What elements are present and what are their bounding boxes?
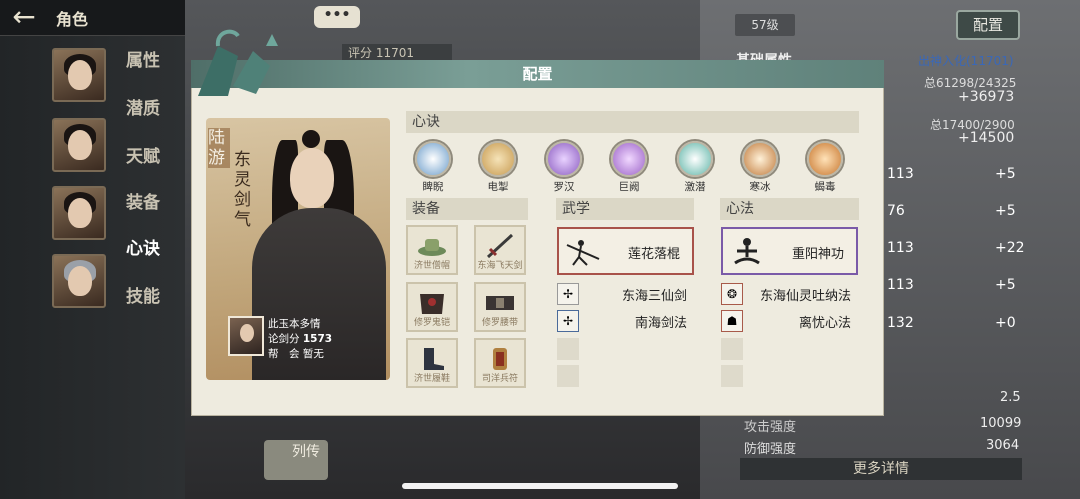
martial-sub-2[interactable]: ✢ 南海剑法 bbox=[557, 310, 687, 332]
character-avatar-3[interactable] bbox=[52, 186, 106, 240]
nav-attributes[interactable]: 属性 bbox=[126, 46, 160, 71]
defense-value: 3064 bbox=[986, 438, 1020, 453]
boots-icon bbox=[424, 348, 444, 370]
nav-talent[interactable]: 天赋 bbox=[126, 142, 160, 167]
sword-dance-icon: ✢ bbox=[557, 283, 579, 305]
martial-sub-1[interactable]: ✢ 东海三仙剑 bbox=[557, 283, 687, 305]
xinjue-item[interactable]: 寒冰 bbox=[740, 141, 780, 193]
top-bar: ← 角色 bbox=[0, 0, 185, 36]
home-indicator[interactable] bbox=[402, 483, 678, 489]
empty-slot[interactable] bbox=[557, 365, 579, 387]
defense-label: 防御强度 bbox=[744, 442, 797, 457]
dialog-title: 配置 bbox=[191, 60, 884, 88]
swirl-icon bbox=[415, 141, 451, 177]
martial-header: 武学 bbox=[556, 198, 694, 220]
equip-slot-token[interactable]: 司洋兵符 bbox=[474, 338, 526, 388]
xinjue-item[interactable]: 蝎毒 bbox=[805, 141, 845, 193]
character-quote: 此玉本多情 bbox=[268, 318, 321, 330]
xinjue-header: 心诀 bbox=[406, 111, 859, 133]
sword-score: 论剑分 1573 bbox=[268, 333, 333, 345]
jade-ornament-icon bbox=[198, 29, 278, 96]
character-avatar-2[interactable] bbox=[52, 118, 106, 172]
nav-potential[interactable]: 潜质 bbox=[126, 94, 160, 119]
character-avatar-4[interactable] bbox=[52, 254, 106, 308]
gate-icon bbox=[611, 141, 647, 177]
stat-value: 2.5 bbox=[1000, 390, 1021, 405]
realm-label: 出神入化(11701) bbox=[918, 54, 1014, 68]
biography-button[interactable]: 列传 bbox=[264, 440, 328, 480]
equip-slot-hat[interactable]: 济世僧帽 bbox=[406, 225, 458, 275]
xinjue-item[interactable]: 睥睨 bbox=[413, 141, 453, 193]
stat-row: 76 +5 bbox=[855, 201, 1055, 223]
character-name: 陆游 bbox=[208, 128, 230, 168]
character-avatar-1[interactable] bbox=[52, 48, 106, 102]
token-icon bbox=[493, 348, 507, 370]
equip-slot-belt[interactable]: 修罗腰带 bbox=[474, 282, 526, 332]
armor-icon bbox=[420, 294, 444, 314]
hp-plus: +36973 bbox=[958, 89, 1015, 105]
xinjue-item[interactable]: 罗汉 bbox=[544, 141, 584, 193]
equip-slot-sword[interactable]: 东海飞天剑 bbox=[474, 225, 526, 275]
stat-row: 132 +0 bbox=[855, 313, 1055, 335]
mind-sub-1[interactable]: ❂ 东海仙灵吐纳法 bbox=[721, 283, 851, 305]
breath-icon: ❂ bbox=[721, 283, 743, 305]
meditation-icon bbox=[734, 238, 760, 265]
mp-plus: +14500 bbox=[958, 130, 1015, 146]
empty-slot[interactable] bbox=[557, 338, 579, 360]
nav-xinjue[interactable]: 心诀 bbox=[126, 234, 160, 259]
more-details-button[interactable]: 更多详情 bbox=[740, 458, 1022, 480]
empty-slot[interactable] bbox=[721, 338, 743, 360]
sword-dance-icon: ✢ bbox=[557, 310, 579, 332]
mind-main-slot[interactable]: 重阳神功 bbox=[721, 227, 858, 275]
equip-slot-armor[interactable]: 修罗鬼铠 bbox=[406, 282, 458, 332]
mind-header: 心法 bbox=[720, 198, 859, 220]
xinjue-item[interactable]: 激潜 bbox=[675, 141, 715, 193]
lightning-icon bbox=[480, 141, 516, 177]
config-button[interactable]: 配置 bbox=[956, 10, 1020, 40]
belt-icon bbox=[486, 296, 514, 310]
xinjue-item[interactable]: 巨阙 bbox=[609, 141, 649, 193]
sword-icon bbox=[486, 233, 514, 259]
meditation-small-icon: ☗ bbox=[721, 310, 743, 332]
attack-value: 10099 bbox=[980, 416, 1022, 431]
equipment-header: 装备 bbox=[406, 198, 528, 220]
ice-icon bbox=[742, 141, 778, 177]
empty-slot[interactable] bbox=[721, 365, 743, 387]
stat-row: 113 +5 bbox=[855, 275, 1055, 297]
attack-label: 攻击强度 bbox=[744, 420, 797, 435]
martial-main-slot[interactable]: 莲花落棍 bbox=[557, 227, 694, 275]
nav-equipment[interactable]: 装备 bbox=[126, 188, 160, 213]
equip-slot-boots[interactable]: 济世履鞋 bbox=[406, 338, 458, 388]
stat-row: 113 +22 bbox=[855, 238, 1055, 260]
scorpion-icon bbox=[807, 141, 843, 177]
mind-sub-2[interactable]: ☗ 离忧心法 bbox=[721, 310, 851, 332]
staff-fighter-icon bbox=[566, 240, 600, 266]
stat-row: 113 +5 bbox=[855, 164, 1055, 186]
wave-icon bbox=[677, 141, 713, 177]
guild: 帮 会 暂无 bbox=[268, 348, 324, 360]
chat-bubble-icon[interactable]: ••• bbox=[314, 6, 360, 28]
monk-icon bbox=[546, 141, 582, 177]
page-title: 角色 bbox=[56, 9, 89, 29]
level-badge: 57级 bbox=[735, 14, 795, 36]
character-title: 东灵剑气 bbox=[234, 150, 251, 230]
nav-skills[interactable]: 技能 bbox=[126, 282, 160, 307]
back-arrow-icon[interactable]: ← bbox=[0, 0, 48, 36]
character-avatar bbox=[228, 316, 264, 356]
xinjue-item[interactable]: 电掣 bbox=[478, 141, 518, 193]
hat-icon bbox=[418, 239, 446, 256]
